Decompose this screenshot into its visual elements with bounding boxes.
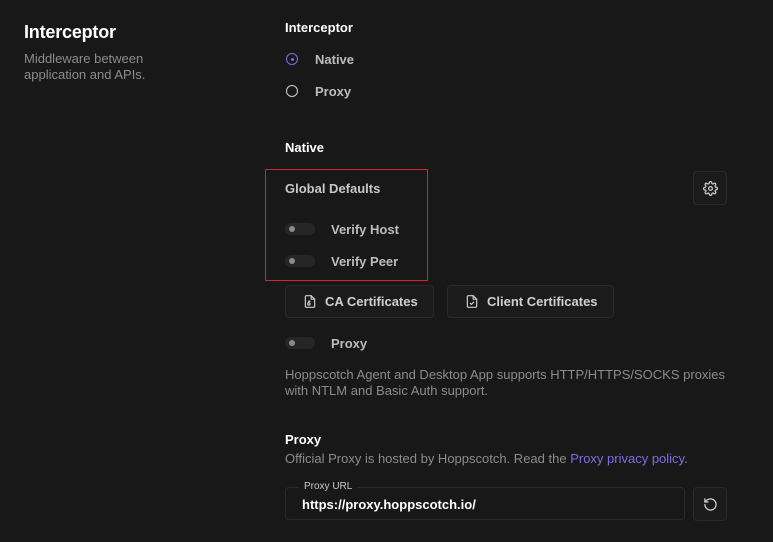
client-certificates-button[interactable]: Client Certificates <box>447 285 614 318</box>
ca-certificates-button[interactable]: CA Certificates <box>285 285 434 318</box>
proxy-privacy-policy-link[interactable]: Proxy privacy policy <box>570 451 684 466</box>
toggle-switch[interactable] <box>285 255 315 267</box>
reset-proxy-button[interactable] <box>693 487 727 521</box>
proxy-toggle[interactable]: Proxy <box>285 333 367 353</box>
file-key-icon <box>304 295 316 308</box>
page-description: Middleware between application and APIs. <box>24 51 146 82</box>
proxy-url-input[interactable]: https://proxy.hoppscotch.io/ <box>302 497 476 512</box>
radio-native-label: Native <box>315 51 355 67</box>
verify-peer-label: Verify Peer <box>331 253 399 269</box>
radio-proxy[interactable]: Proxy <box>286 81 351 101</box>
verify-host-toggle[interactable]: Verify Host <box>285 219 399 239</box>
rotate-ccw-icon <box>703 497 717 511</box>
toggle-switch[interactable] <box>285 337 315 349</box>
proxy-url-label: Proxy URL <box>298 481 359 492</box>
proxy-description: Official Proxy is hosted by Hoppscotch. … <box>285 451 755 467</box>
proxy-toggle-label: Proxy <box>331 335 368 351</box>
gear-icon <box>702 180 718 196</box>
global-defaults-title: Global Defaults <box>285 181 381 196</box>
interceptor-heading: Interceptor <box>285 20 353 35</box>
radio-proxy-label: Proxy <box>315 83 352 99</box>
native-heading: Native <box>285 140 325 155</box>
client-certificates-label: Client Certificates <box>487 294 598 309</box>
toggle-switch[interactable] <box>285 223 315 235</box>
ca-certificates-label: CA Certificates <box>325 294 418 309</box>
verify-host-label: Verify Host <box>331 221 399 237</box>
radio-selected-icon[interactable] <box>286 53 298 65</box>
proxy-support-note: Hoppscotch Agent and Desktop App support… <box>285 367 726 398</box>
proxy-heading: Proxy <box>285 432 322 447</box>
proxy-url-field[interactable]: Proxy URL https://proxy.hoppscotch.io/ <box>285 481 685 520</box>
radio-unselected-icon[interactable] <box>286 85 298 97</box>
page-title: Interceptor <box>24 22 116 42</box>
proxy-description-text: Official Proxy is hosted by Hoppscotch. … <box>285 451 571 466</box>
file-check-icon <box>466 295 478 308</box>
radio-native[interactable]: Native <box>286 49 354 69</box>
settings-button[interactable] <box>693 171 727 205</box>
verify-peer-toggle[interactable]: Verify Peer <box>285 251 398 271</box>
proxy-description-end: . <box>684 451 688 466</box>
